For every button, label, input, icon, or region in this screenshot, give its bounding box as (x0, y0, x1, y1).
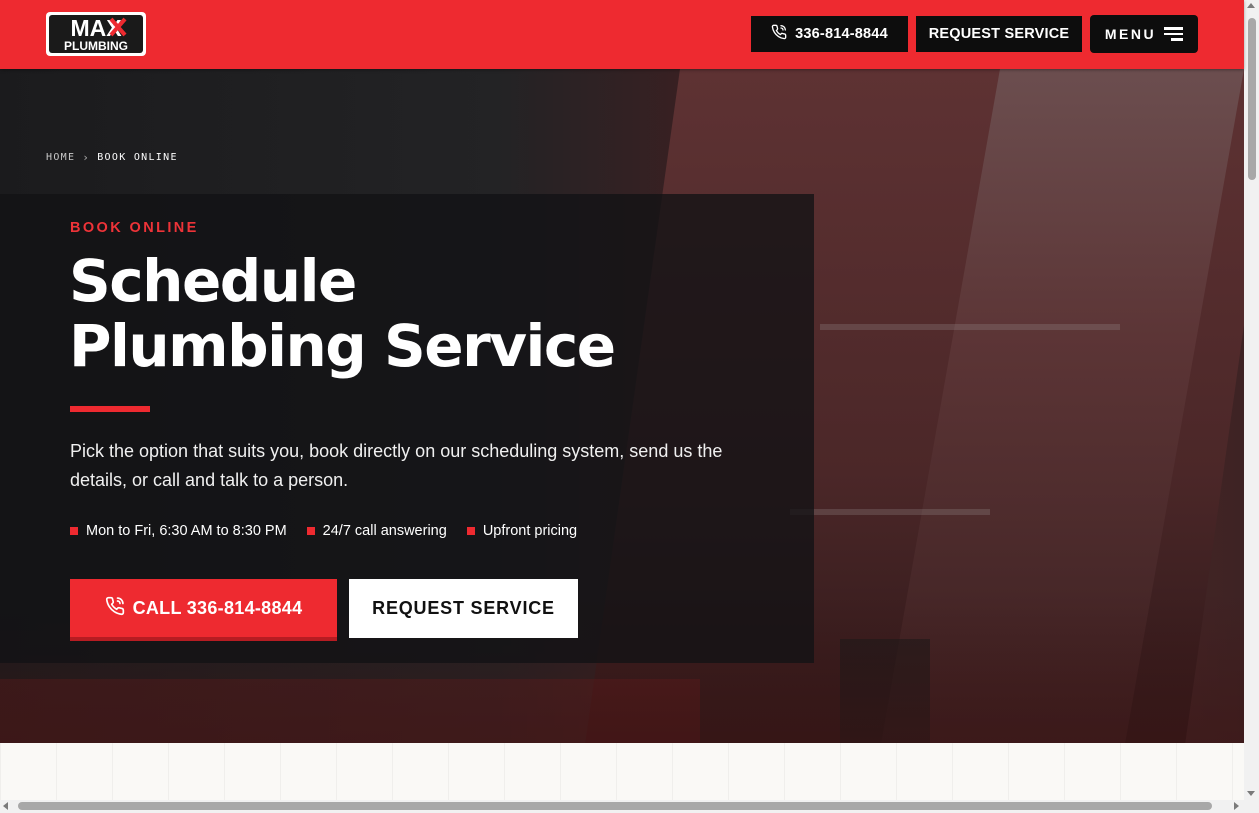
breadcrumb-home-link[interactable]: HOME (46, 152, 75, 163)
feature-call-answering: 24/7 call answering (322, 523, 447, 539)
request-service-button[interactable]: REQUEST SERVICE (349, 579, 578, 638)
background-rail (820, 324, 1120, 330)
vertical-scrollbar[interactable] (1244, 0, 1259, 800)
feature-item: Upfront pricing (466, 523, 578, 539)
menu-label: MENU (1104, 26, 1157, 42)
phone-icon (105, 596, 125, 621)
logo-text-plumbing: PLUMBING (64, 39, 128, 53)
bullet-square-icon (70, 527, 78, 535)
feature-item: 24/7 call answering (306, 523, 447, 539)
next-section (0, 743, 1244, 800)
call-button[interactable]: CALL 336-814-8844 (70, 579, 337, 641)
hero-eyebrow: BOOK ONLINE (70, 220, 199, 236)
title-accent-bar (70, 406, 150, 412)
scroll-left-arrow-icon[interactable] (3, 802, 8, 810)
hero-description: Pick the option that suits you, book dir… (70, 441, 723, 490)
page-title: Schedule Plumbing Service (69, 249, 769, 379)
chevron-right-icon: › (82, 151, 91, 164)
feature-list: Mon to Fri, 6:30 AM to 8:30 PM 24/7 call… (70, 523, 577, 539)
feature-hours: Mon to Fri, 6:30 AM to 8:30 PM (86, 523, 287, 539)
scroll-up-arrow-icon[interactable] (1247, 3, 1255, 8)
call-button-label: CALL 336-814-8844 (132, 597, 303, 618)
bullet-square-icon (306, 527, 315, 535)
logo-text-max: MAX (70, 15, 122, 41)
max-plumbing-logo: MAX PLUMBING (46, 12, 146, 56)
vertical-scroll-thumb[interactable] (1248, 18, 1256, 180)
feature-item: Mon to Fri, 6:30 AM to 8:30 PM (70, 523, 287, 539)
scroll-right-arrow-icon[interactable] (1234, 802, 1239, 810)
background-rail (790, 509, 990, 515)
scroll-down-arrow-icon[interactable] (1247, 791, 1255, 796)
hero-section: HOME › BOOK ONLINE BOOK ONLINE Schedule … (0, 69, 1244, 743)
horizontal-scrollbar[interactable] (0, 800, 1259, 813)
header-phone-label: 336-814-8844 (795, 26, 888, 42)
phone-icon (771, 24, 787, 44)
header-phone-button[interactable]: 336-814-8844 (751, 16, 908, 52)
site-header: MAX PLUMBING 336-814-8844 REQUEST SERVIC… (0, 0, 1244, 69)
breadcrumb-current: BOOK ONLINE (97, 152, 178, 163)
hamburger-icon (1164, 27, 1184, 41)
menu-button[interactable]: MENU (1090, 15, 1198, 53)
page-title-line2: Plumbing Service (69, 312, 616, 380)
header-request-label: REQUEST SERVICE (928, 26, 1070, 42)
logo[interactable]: MAX PLUMBING (45, 11, 147, 57)
feature-pricing: Upfront pricing (482, 523, 578, 539)
breadcrumb: HOME › BOOK ONLINE (46, 151, 178, 164)
header-request-service-button[interactable]: REQUEST SERVICE (916, 16, 1082, 52)
bullet-square-icon (466, 527, 475, 535)
page-title-line1: Schedule (69, 247, 357, 315)
request-service-label: REQUEST SERVICE (372, 598, 555, 618)
horizontal-scroll-thumb[interactable] (18, 802, 1212, 810)
